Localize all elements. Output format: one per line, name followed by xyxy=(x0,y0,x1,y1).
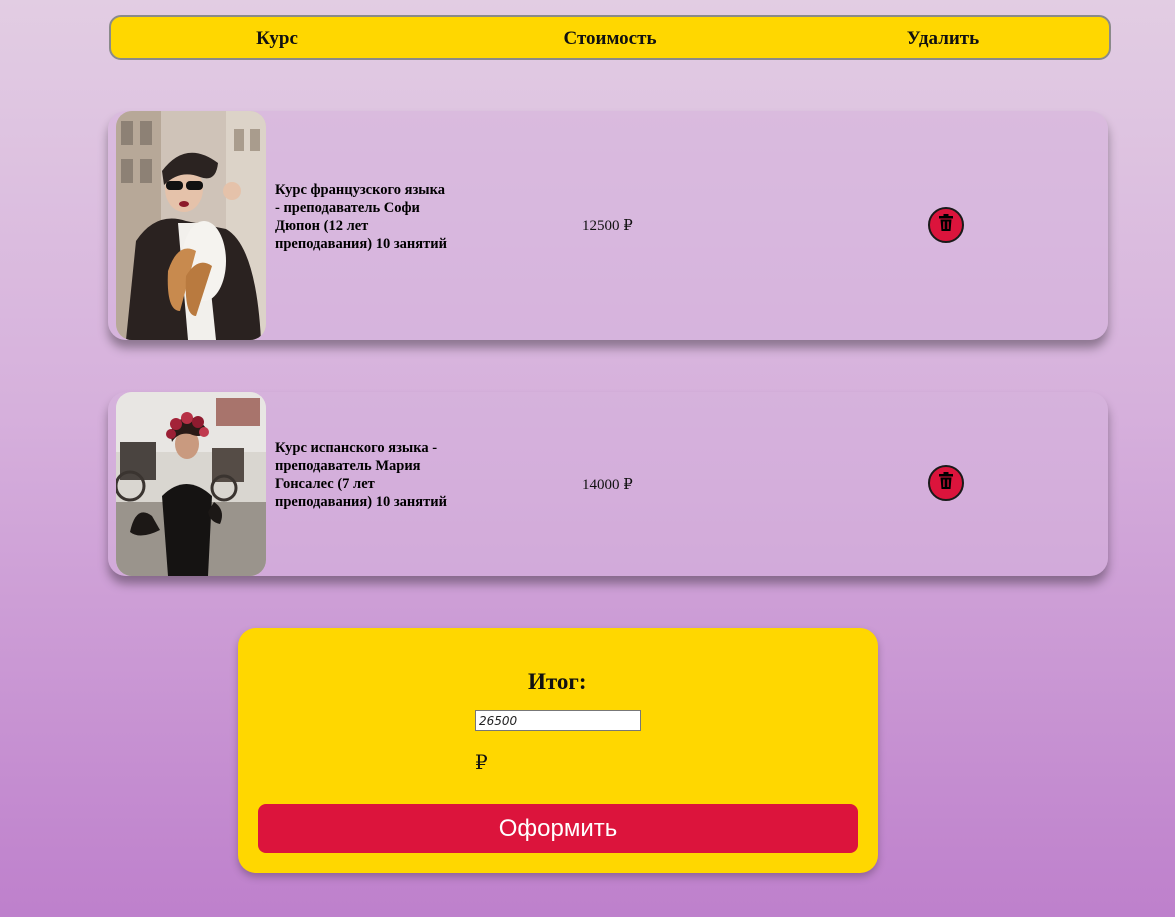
cart-item: Курс французского языка - преподаватель … xyxy=(108,111,1108,340)
header-price-label: Стоимость xyxy=(563,28,657,49)
delete-button[interactable] xyxy=(928,207,964,243)
total-label: Итог: xyxy=(528,669,587,694)
header-delete-label: Удалить xyxy=(906,28,980,49)
currency-symbol: ₽ xyxy=(475,752,488,774)
cart-item: Курс испанского языка - преподаватель Ма… xyxy=(108,392,1108,576)
course-title: Курс испанского языка - преподаватель Ма… xyxy=(275,440,447,510)
cart-header: Курс Стоимость Удалить xyxy=(109,15,1111,60)
course-image xyxy=(116,392,266,576)
course-image xyxy=(116,111,266,340)
trash-icon xyxy=(936,213,956,238)
total-field[interactable] xyxy=(475,710,641,731)
course-title: Курс французского языка - преподаватель … xyxy=(275,182,447,252)
checkout-button[interactable]: Оформить xyxy=(258,804,858,853)
course-price: 14000 ₽ xyxy=(582,477,633,493)
header-course-label: Курс xyxy=(256,28,298,49)
trash-icon xyxy=(936,471,956,496)
order-summary: Итог: ₽ Оформить xyxy=(238,628,878,873)
delete-button[interactable] xyxy=(928,465,964,501)
course-price: 12500 ₽ xyxy=(582,218,633,234)
